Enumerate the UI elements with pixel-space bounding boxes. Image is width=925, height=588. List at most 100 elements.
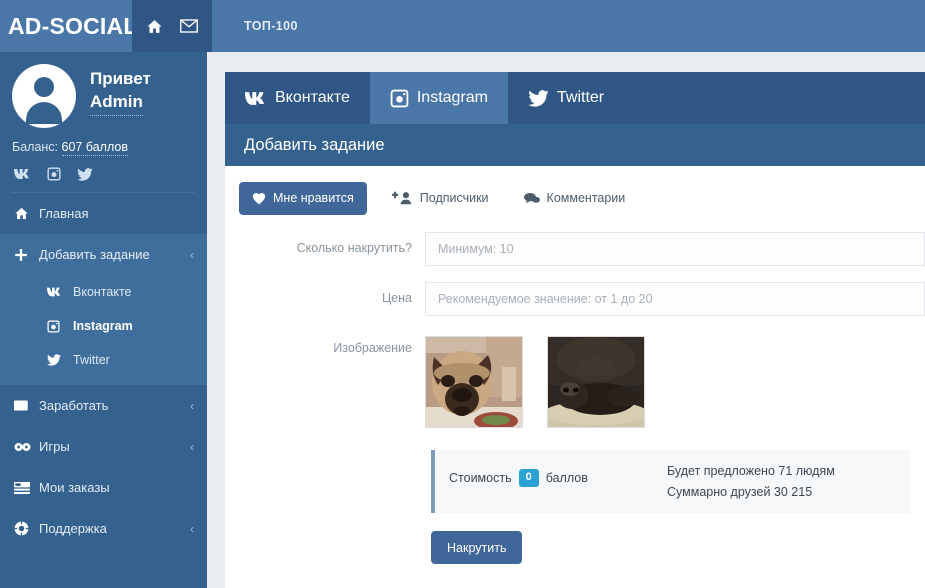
avatar-head (34, 77, 54, 97)
sidebar-subitem-label: Twitter (73, 353, 110, 367)
plus-icon (14, 248, 35, 262)
avatar-body (26, 102, 62, 124)
field-row-price: Цена (225, 282, 925, 316)
games-icon (14, 442, 35, 452)
balance-label: Баланс: (12, 140, 59, 154)
avatar[interactable] (12, 64, 76, 128)
cost-unit: баллов (545, 470, 588, 485)
subtab-likes[interactable]: Мне нравится (239, 181, 367, 215)
sidebar-subitem-label: Вконтакте (73, 285, 132, 299)
submit-button[interactable]: Накрутить (431, 531, 523, 565)
twitter-icon[interactable] (77, 167, 93, 181)
greeting: Привет Admin (90, 62, 151, 116)
home-icon (14, 206, 35, 221)
field-row-image: Изображение (225, 332, 925, 428)
home-icon[interactable] (146, 18, 163, 35)
field-row-amount: Сколько накрутить? (225, 232, 925, 266)
orders-icon (14, 481, 35, 494)
panel-header: Добавить задание (225, 124, 925, 166)
brand-logo[interactable]: AD-SOCIAL (0, 13, 137, 40)
tab-label: Twitter (557, 89, 605, 106)
tab-label: Instagram (416, 89, 488, 106)
sidebar-item-games[interactable]: Игры ‹ (0, 426, 207, 467)
add-task-panel: Добавить задание Мне нравится Подписчики… (225, 124, 925, 588)
tab-twitter[interactable]: Twitter (508, 72, 624, 124)
subtab-comments[interactable]: Комментарии (511, 182, 639, 215)
field-label: Сколько накрутить? (296, 241, 412, 255)
user-block: Привет Admin (0, 52, 207, 132)
field-control (425, 332, 925, 428)
subtab-label: Мне нравится (273, 191, 354, 205)
vk-icon (245, 91, 267, 106)
top-header: AD-SOCIAL ТОП-100 (0, 0, 925, 52)
twitter-icon (47, 354, 73, 366)
chevron-left-icon: ‹ (190, 439, 194, 454)
sidebar-item-label: Заработать (39, 398, 109, 413)
tab-vkontakte[interactable]: Вконтакте (225, 72, 370, 124)
sidebar-item-label: Мои заказы (39, 480, 110, 495)
sidebar-item-label: Добавить задание (39, 247, 150, 262)
task-type-tabs: Мне нравится Подписчики Комментарии (225, 180, 925, 216)
tab-instagram[interactable]: Instagram (369, 72, 508, 124)
cost-badge: 0 (518, 469, 539, 487)
page-title: Добавить задание (244, 135, 385, 154)
sidebar-subitem-label: Instagram (73, 319, 133, 333)
sidebar-item-home[interactable]: Главная (0, 193, 207, 234)
sidebar-item-add-task[interactable]: Добавить задание ‹ (0, 234, 207, 275)
sidebar-item-label: Игры (39, 439, 70, 454)
vk-icon (47, 287, 73, 297)
field-control (425, 232, 925, 266)
chevron-left-icon: ‹ (190, 398, 194, 413)
sidebar-subitem-twitter[interactable]: Twitter (0, 343, 207, 377)
price-input[interactable] (425, 282, 925, 316)
top-100-link[interactable]: ТОП-100 (244, 19, 298, 33)
thumbnail-list (425, 332, 925, 428)
sidebar-subitem-instagram[interactable]: Instagram (0, 309, 207, 343)
tab-label: Вконтакте (275, 89, 350, 106)
heart-icon (252, 192, 266, 205)
offered-to-line: Будет предложено 71 людям (667, 464, 835, 478)
app-root: AD-SOCIAL ТОП-100 Привет Admin Баланс: 6… (0, 0, 925, 588)
field-label: Цена (381, 291, 412, 305)
sidebar-item-my-orders[interactable]: Мои заказы (0, 467, 207, 508)
sidebar-item-earn[interactable]: Заработать ‹ (0, 385, 207, 426)
network-tabs: Вконтакте Instagram Twitter (225, 72, 925, 124)
thumbnail-dog-photo[interactable] (547, 336, 645, 428)
main-content: Вконтакте Instagram Twitter Добавить зад… (207, 52, 925, 588)
cost-left: Стоимость 0 баллов (449, 461, 667, 487)
panel-body: Мне нравится Подписчики Комментарии Скол… (225, 166, 925, 565)
sidebar-subitem-vk[interactable]: Вконтакте (0, 275, 207, 309)
subtab-followers[interactable]: Подписчики (376, 182, 502, 215)
amount-input[interactable] (425, 232, 925, 266)
instagram-icon[interactable] (47, 167, 61, 181)
balance-value[interactable]: 607 баллов (61, 140, 128, 156)
lifebuoy-icon (14, 521, 35, 536)
instagram-icon (47, 319, 73, 333)
envelope-icon[interactable] (179, 19, 198, 33)
instagram-icon (390, 89, 409, 108)
sidebar-item-label: Главная (39, 206, 89, 221)
balance-row: Баланс: 607 баллов (0, 132, 207, 156)
thumbnail-pug-photo[interactable] (425, 336, 523, 428)
cost-right: Будет предложено 71 людям Суммарно друзе… (667, 461, 835, 502)
header-icon-block (132, 0, 212, 52)
sidebar-social-links (0, 154, 207, 192)
vk-icon[interactable] (14, 168, 31, 180)
total-friends-line: Суммарно друзей 30 215 (667, 484, 813, 499)
cost-summary-box: Стоимость 0 баллов Будет предложено 71 л… (431, 450, 911, 514)
submit-row: Накрутить (431, 531, 925, 565)
greeting-username[interactable]: Admin (90, 91, 143, 116)
cost-label: Стоимость (449, 470, 512, 485)
comments-icon (523, 192, 540, 205)
sidebar-item-label: Поддержка (39, 521, 107, 536)
twitter-icon (528, 89, 549, 107)
chevron-left-icon: ‹ (190, 247, 194, 262)
add-user-icon (389, 191, 413, 205)
wallet-icon (14, 399, 35, 412)
sidebar-item-support[interactable]: Поддержка ‹ (0, 508, 207, 549)
field-label: Изображение (333, 341, 412, 355)
field-control (425, 282, 925, 316)
sidebar-submenu: Вконтакте Instagram Twitter (0, 275, 207, 385)
chevron-left-icon: ‹ (190, 521, 194, 536)
greeting-hello: Привет (90, 69, 151, 88)
